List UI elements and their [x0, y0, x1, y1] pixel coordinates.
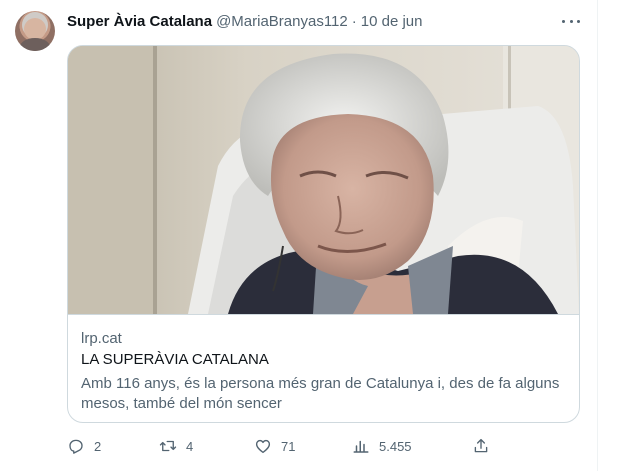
retweet-icon — [159, 440, 177, 452]
card-domain: lrp.cat — [81, 330, 122, 347]
user-handle[interactable]: @MariaBranyas112 — [216, 13, 348, 30]
share-icon — [474, 438, 488, 453]
analytics-icon — [353, 440, 369, 453]
reply-count: 2 — [94, 438, 102, 454]
timeline-border — [597, 0, 598, 471]
avatar-face — [24, 18, 46, 40]
avatar-body — [20, 38, 50, 51]
views-count: 5.455 — [379, 438, 412, 454]
tweet-actions: 2 4 71 5.455 — [67, 436, 497, 456]
more-options-icon[interactable] — [562, 14, 580, 28]
reply-button[interactable]: 2 — [67, 436, 101, 456]
views-button[interactable]: 5.455 — [352, 436, 412, 456]
heart-icon — [255, 439, 271, 454]
retweet-button[interactable]: 4 — [159, 436, 193, 456]
elderly-woman-photo — [68, 46, 579, 314]
share-button[interactable] — [472, 436, 490, 456]
tweet-header: Super Àvia Catalana @MariaBranyas112 · 1… — [67, 11, 422, 31]
card-divider — [68, 314, 579, 315]
card-title: LA SUPERÀVIA CATALANA — [81, 351, 269, 368]
link-card[interactable]: lrp.cat LA SUPERÀVIA CATALANA Amb 116 an… — [67, 45, 580, 423]
header-separator: · — [351, 12, 357, 30]
display-name[interactable]: Super Àvia Catalana — [67, 13, 212, 30]
card-image[interactable] — [68, 46, 579, 314]
tweet[interactable]: Super Àvia Catalana @MariaBranyas112 · 1… — [0, 0, 597, 471]
card-description: Amb 116 anys, és la persona més gran de … — [81, 375, 560, 412]
card-text[interactable]: lrp.cat LA SUPERÀVIA CATALANA Amb 116 an… — [81, 329, 571, 414]
avatar[interactable] — [15, 11, 55, 51]
reply-icon — [69, 439, 83, 454]
retweet-count: 4 — [186, 438, 194, 454]
like-button[interactable]: 71 — [254, 436, 295, 456]
like-count: 71 — [281, 438, 296, 454]
tweet-date[interactable]: 10 de jun — [361, 13, 423, 30]
